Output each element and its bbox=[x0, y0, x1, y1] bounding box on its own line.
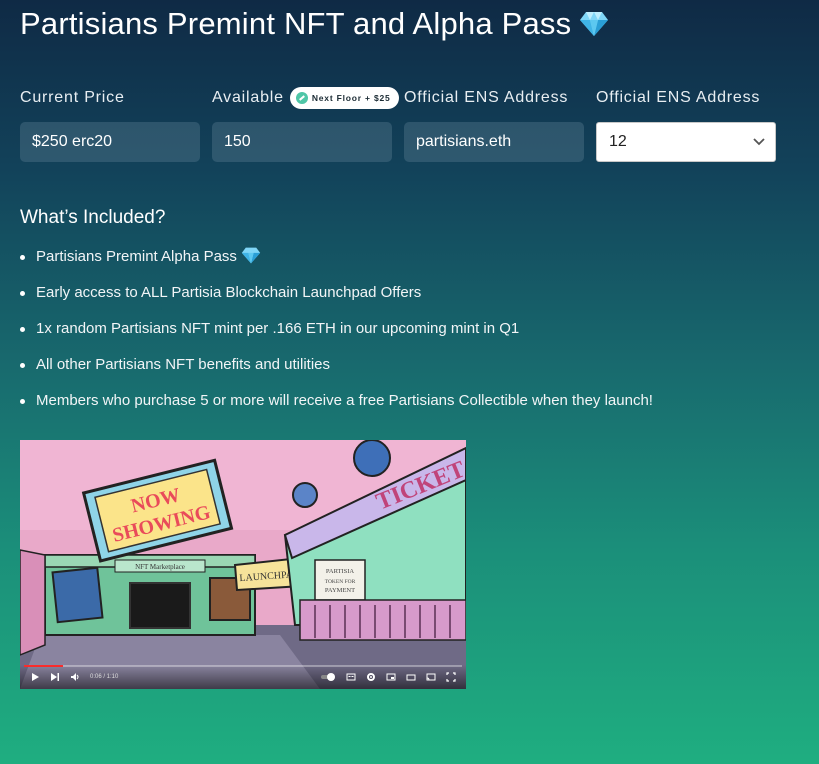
gem-icon bbox=[241, 247, 261, 264]
video-player[interactable]: NFT Marketplace NOW SHOWING LAUNCHPAD TI… bbox=[20, 440, 466, 689]
next-floor-text: Next Floor + $25 bbox=[311, 93, 391, 103]
included-heading: What’s Included? bbox=[20, 207, 166, 228]
field-label: Current Price bbox=[20, 89, 125, 106]
partisia-sign-line1: PARTISIA bbox=[326, 568, 355, 575]
marketplace-sign: NFT Marketplace bbox=[135, 563, 185, 571]
page-title-text: Partisians Premint NFT and Alpha Pass bbox=[20, 6, 572, 41]
field-ens-address: Official ENS Address partisians.eth bbox=[404, 86, 584, 162]
quantity-select[interactable]: 12 bbox=[596, 122, 776, 162]
field-quantity: Official ENS Address 12 bbox=[596, 86, 776, 162]
field-available: Available Next Floor + $25 150 bbox=[212, 86, 399, 162]
benefit-text: Early access to ALL Partisia Blockchain … bbox=[36, 284, 422, 301]
settings-gear-icon[interactable] bbox=[366, 672, 376, 682]
field-current-price: Current Price $250 erc20 bbox=[20, 86, 200, 162]
benefit-text: Members who purchase 5 or more will rece… bbox=[36, 392, 653, 409]
video-thumbnail: NFT Marketplace NOW SHOWING LAUNCHPAD TI… bbox=[20, 440, 466, 689]
fullscreen-icon[interactable] bbox=[446, 672, 456, 682]
list-item: Partisians Premint Alpha Pass bbox=[20, 246, 653, 282]
list-item: 1x random Partisians NFT mint per .166 E… bbox=[20, 318, 653, 354]
miniplayer-icon[interactable] bbox=[386, 672, 396, 682]
field-label: Official ENS Address bbox=[596, 89, 761, 106]
benefit-text: Partisians Premint Alpha Pass bbox=[36, 248, 237, 265]
list-item: Early access to ALL Partisia Blockchain … bbox=[20, 282, 653, 318]
benefit-text: 1x random Partisians NFT mint per .166 E… bbox=[36, 320, 520, 337]
trend-icon bbox=[295, 92, 308, 104]
video-time: 0:06 / 1:10 bbox=[90, 674, 119, 680]
ens-address-input[interactable]: partisians.eth bbox=[404, 122, 584, 162]
benefits-list: Partisians Premint Alpha Pass Early acce… bbox=[20, 246, 653, 426]
available-label: Available bbox=[212, 89, 284, 106]
partisia-sign-line2: TOKEN FOR bbox=[325, 579, 356, 585]
theater-mode-icon[interactable] bbox=[406, 672, 416, 682]
next-floor-badge: Next Floor + $25 bbox=[289, 87, 399, 109]
cast-icon[interactable] bbox=[426, 672, 436, 682]
autoplay-toggle-icon[interactable] bbox=[320, 672, 336, 682]
list-item: All other Partisians NFT benefits and ut… bbox=[20, 354, 653, 390]
partisia-sign-line3: PAYMENT bbox=[325, 587, 355, 594]
field-label: Official ENS Address bbox=[404, 89, 569, 106]
video-controls: 0:06 / 1:10 bbox=[20, 665, 466, 689]
next-icon[interactable] bbox=[50, 672, 60, 682]
list-item: Members who purchase 5 or more will rece… bbox=[20, 390, 653, 426]
video-controls-left: 0:06 / 1:10 bbox=[30, 672, 118, 682]
current-price-input[interactable]: $250 erc20 bbox=[20, 122, 200, 162]
play-icon[interactable] bbox=[30, 672, 40, 682]
benefit-text: All other Partisians NFT benefits and ut… bbox=[36, 356, 331, 373]
chevron-down-icon bbox=[753, 138, 765, 146]
captions-icon[interactable] bbox=[346, 672, 356, 682]
volume-icon[interactable] bbox=[70, 672, 80, 682]
page-title: Partisians Premint NFT and Alpha Pass bbox=[20, 6, 609, 42]
video-controls-right bbox=[320, 672, 456, 682]
available-input[interactable]: 150 bbox=[212, 122, 392, 162]
field-label: Available Next Floor + $25 bbox=[212, 86, 399, 110]
gem-icon bbox=[580, 12, 609, 36]
quantity-value: 12 bbox=[609, 133, 627, 150]
